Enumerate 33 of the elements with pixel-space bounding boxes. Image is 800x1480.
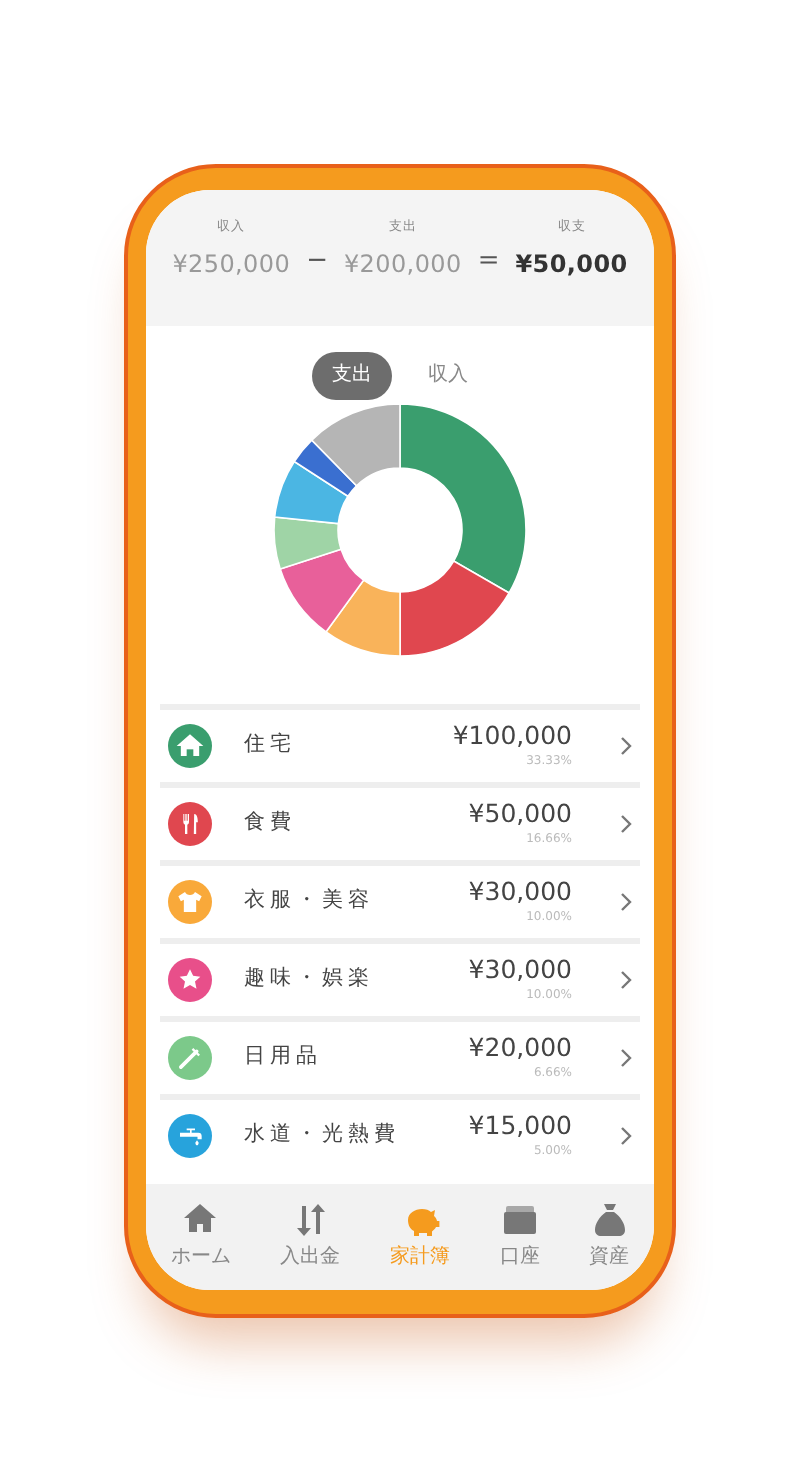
tab-button[interactable]: 資産 — [589, 1200, 630, 1268]
minus-sign: − — [306, 244, 328, 280]
tab-button[interactable]: 口座 — [499, 1200, 540, 1268]
category-amount: ¥30,000 — [468, 879, 572, 905]
category-amount: ¥20,000 — [468, 1035, 572, 1061]
category-name: 食費 — [244, 808, 298, 839]
chevron-icon[interactable] — [620, 736, 632, 756]
category-name: 住宅 — [244, 730, 298, 761]
category-name: 趣味・娯楽 — [244, 964, 376, 995]
summary-amount: ¥50,000 — [515, 247, 628, 282]
equals-sign: = — [477, 244, 500, 280]
segment-tab[interactable]: 支出 — [312, 352, 392, 400]
chevron-icon[interactable] — [620, 892, 632, 912]
summary-amount: ¥200,000 — [343, 247, 462, 282]
category-amount: ¥15,000 — [468, 1113, 572, 1139]
category-amount: ¥100,000 — [452, 723, 572, 749]
chevron-icon[interactable] — [620, 1048, 632, 1068]
chevron-icon[interactable] — [620, 1126, 632, 1146]
donut-slice — [273, 460, 349, 525]
chevron-icon[interactable] — [620, 970, 632, 990]
summary-amount: ¥250,000 — [172, 247, 291, 282]
tab-button[interactable]: ホーム — [170, 1200, 231, 1268]
category-name: 衣服・美容 — [244, 886, 376, 917]
category-amount: ¥50,000 — [468, 801, 572, 827]
donut-slice — [293, 439, 358, 498]
category-name: 日用品 — [244, 1042, 324, 1073]
category-name: 水道・光熱費 — [244, 1120, 402, 1151]
category-amount: ¥30,000 — [468, 957, 572, 983]
segment-tab[interactable]: 収入 — [408, 352, 488, 400]
tab-button[interactable]: 入出金 — [280, 1200, 341, 1268]
tab-button[interactable]: 家計簿 — [389, 1200, 450, 1268]
bag-icon — [589, 1200, 630, 1240]
chevron-icon[interactable] — [620, 814, 632, 834]
